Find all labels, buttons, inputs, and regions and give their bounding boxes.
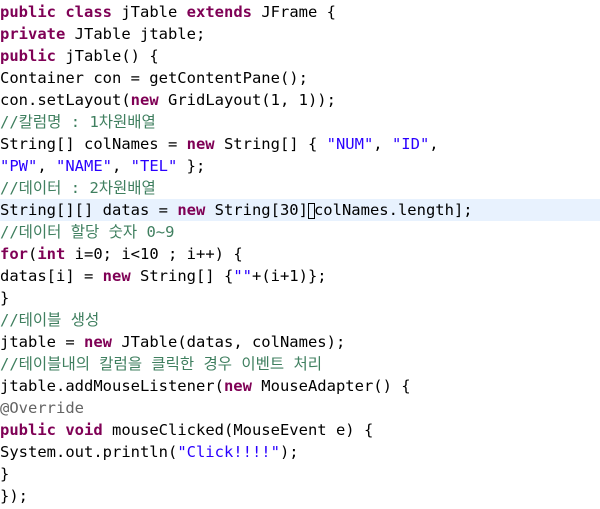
string-literal: "" [233, 267, 252, 285]
code-text: System.out.println( [0, 443, 178, 461]
keyword: public [0, 421, 56, 439]
code-line-12: for(int i=0; i<10 ; i++) { [0, 243, 600, 265]
code-text: , [373, 135, 392, 153]
code-line-14: } [0, 287, 600, 309]
comment: //데이터 할당 숫자 0~9 [0, 223, 175, 241]
code-text: String[30] [205, 201, 308, 219]
code-text: , [429, 135, 439, 153]
keyword: new [186, 135, 215, 153]
code-text: JFrame { [252, 3, 336, 21]
code-text: con.setLayout( [0, 91, 131, 109]
code-text: MouseAdapter() { [251, 377, 411, 395]
code-text: GridLayout(1, 1)); [158, 91, 336, 109]
keyword: public [0, 47, 56, 65]
keyword: new [223, 377, 252, 395]
keyword: for [0, 245, 28, 263]
code-line-23: }); [0, 485, 600, 507]
keyword: new [177, 201, 206, 219]
code-text: JTable jtable; [65, 25, 206, 43]
string-literal: "NUM" [326, 135, 374, 153]
code-text: jtable = [0, 333, 84, 351]
code-text: } [0, 465, 10, 483]
keyword: extends [186, 3, 252, 21]
code-line-20: public void mouseClicked(MouseEvent e) { [0, 419, 600, 441]
string-literal: "TEL" [130, 157, 178, 175]
code-text: }; [177, 157, 206, 175]
code-line-1: public class jTable extends JFrame { [0, 1, 600, 23]
code-text: ); [279, 443, 299, 461]
comment: //테이블내의 칼럼을 클릭한 경우 이벤트 처리 [0, 355, 323, 373]
current-code-line[interactable]: String[][] datas = new String[30] colName… [0, 199, 600, 221]
code-line-19: @Override [0, 397, 600, 419]
code-line-5: con.setLayout(new GridLayout(1, 1)); [0, 89, 600, 111]
code-line-8: "PW", "NAME", "TEL" }; [0, 155, 600, 177]
code-text: } [0, 289, 10, 307]
code-text: jTable() { [56, 47, 159, 65]
code-line-13: datas[i] = new String[] {""+(i+1)}; [0, 265, 600, 287]
keyword: int [37, 245, 66, 263]
code-line-3: public jTable() { [0, 45, 600, 67]
code-text: String[] { [214, 135, 327, 153]
comment: //데이터 : 2차원배열 [0, 179, 156, 197]
code-lines: public class jTable extends JFrame { pri… [0, 0, 600, 507]
code-line-18: jtable.addMouseListener(new MouseAdapter… [0, 375, 600, 397]
code-line-22: } [0, 463, 600, 485]
code-text: datas[i] = [0, 267, 103, 285]
code-text: ( [28, 245, 38, 263]
keyword: public [0, 3, 56, 21]
code-text: mouseClicked(MouseEvent e) { [102, 421, 374, 439]
code-line-11: //데이터 할당 숫자 0~9 [0, 221, 600, 243]
code-line-2: private JTable jtable; [0, 23, 600, 45]
code-line-16: jtable = new JTable(datas, colNames); [0, 331, 600, 353]
code-text: }); [0, 487, 28, 505]
string-literal: "NAME" [56, 157, 112, 175]
code-line-21: System.out.println("Click!!!!"); [0, 441, 600, 463]
string-literal: "Click!!!!" [177, 443, 280, 461]
code-line-15: //테이블 생성 [0, 309, 600, 331]
code-text: Container con = getContentPane(); [0, 69, 308, 87]
keyword: void [65, 421, 103, 439]
code-line-17: //테이블내의 칼럼을 클릭한 경우 이벤트 처리 [0, 353, 600, 375]
code-text: jtable.addMouseListener( [0, 377, 224, 395]
string-literal: "ID" [391, 135, 430, 153]
annotation: @Override [0, 399, 84, 417]
code-text: , [112, 157, 131, 175]
code-text: colNames.length]; [313, 201, 473, 219]
keyword: new [84, 333, 112, 351]
code-line-9: //데이터 : 2차원배열 [0, 177, 600, 199]
code-editor[interactable]: public class jTable extends JFrame { pri… [0, 0, 600, 509]
string-literal: "PW" [0, 157, 38, 175]
code-text: +(i+1)}; [251, 267, 327, 285]
code-line-4: Container con = getContentPane(); [0, 67, 600, 89]
code-text: String[][] datas = [0, 201, 178, 219]
keyword: class [65, 3, 113, 21]
code-text: JTable(datas, colNames); [112, 333, 346, 351]
code-text: jTable [112, 3, 187, 21]
code-text: , [37, 157, 56, 175]
code-text: i=0; i<10 ; i++) { [65, 245, 243, 263]
comment: //칼럼명 : 1차원배열 [0, 113, 156, 131]
keyword: new [102, 267, 131, 285]
code-text: String[] colNames = [0, 135, 187, 153]
keyword: private [0, 25, 66, 43]
code-text: String[] { [130, 267, 234, 285]
comment: //테이블 생성 [0, 311, 100, 329]
code-line-6: //칼럼명 : 1차원배열 [0, 111, 600, 133]
keyword: new [130, 91, 159, 109]
code-line-7: String[] colNames = new String[] { "NUM"… [0, 133, 600, 155]
